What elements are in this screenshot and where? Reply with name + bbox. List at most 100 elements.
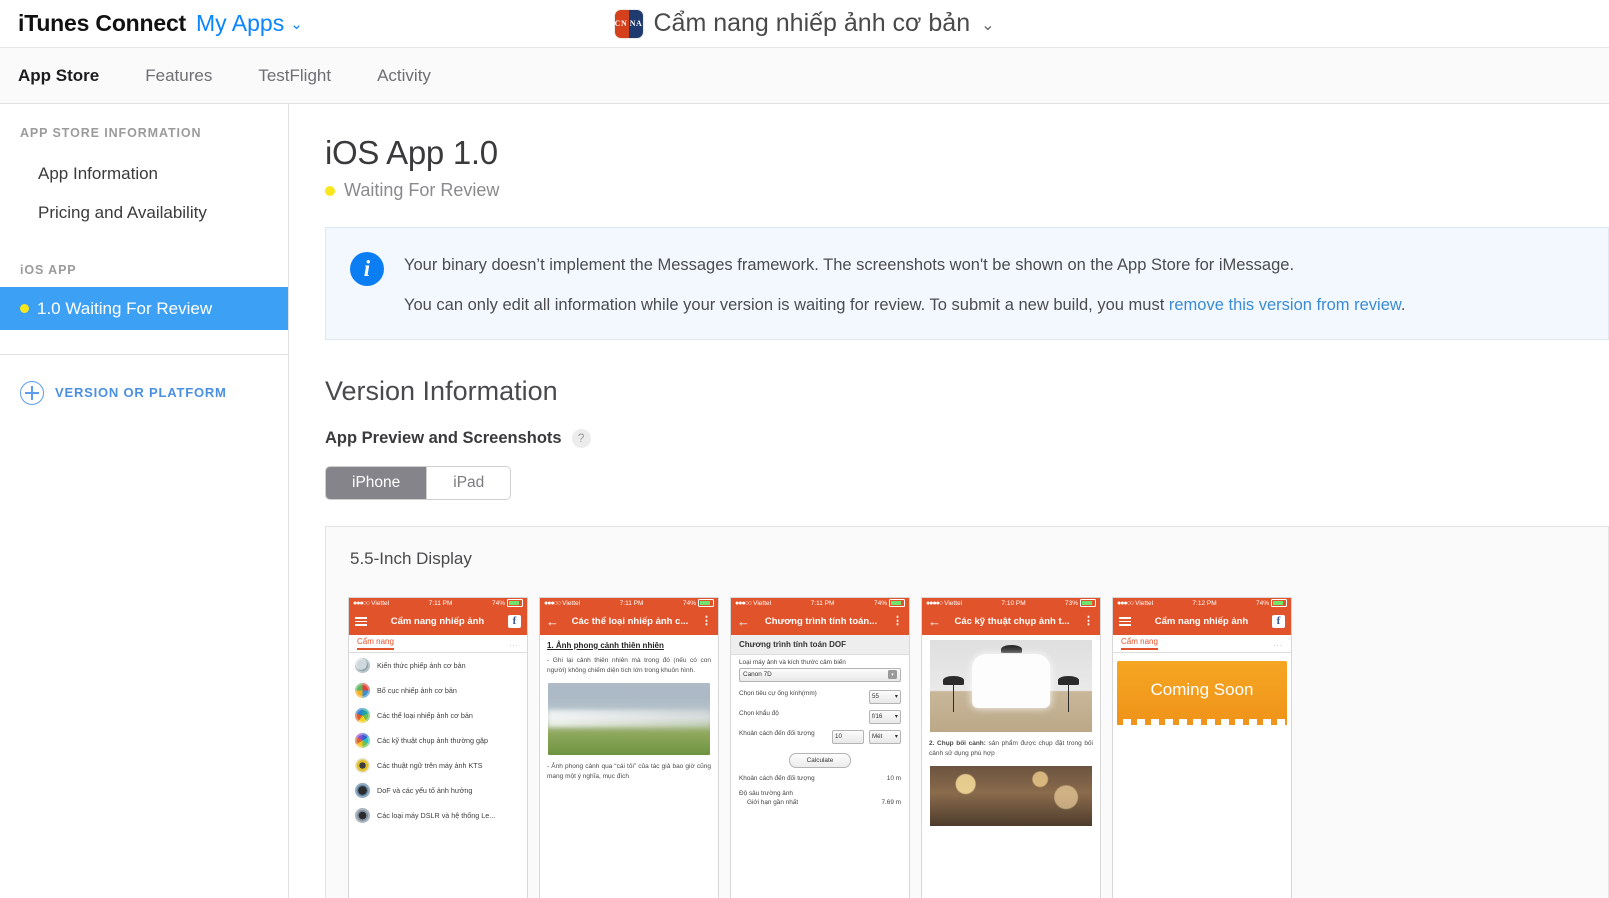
focal-length-value: 55 [872,693,879,701]
battery-icon [507,599,523,608]
list-item-label: Các kỹ thuật chụp ảnh thường gặp [377,735,489,745]
focal-length-select[interactable]: 55 ▾ [869,689,901,704]
screenshot-thumbnail-5[interactable]: ●●●○○ Viettel 7:12 PM 74% Cẩm nang nhiếp… [1112,596,1292,898]
tab-more-icon[interactable]: ... [509,639,519,648]
notice-line-2: You can only edit all information while … [404,294,1405,316]
screenshot-thumbnail-3[interactable]: ●●●○○ Viettel 7:11 PM 74% ← Chương trình… [730,596,910,898]
tab-cam-nang[interactable]: Cẩm nang [357,637,394,650]
list-item[interactable]: Các thuật ngữ trên máy ảnh KTS [349,753,527,778]
chevron-down-icon: ▾ [894,693,898,701]
kebab-menu-icon[interactable]: ⋮ [701,616,712,627]
kebab-menu-icon[interactable]: ⋮ [892,616,903,627]
tab-more-icon[interactable]: ... [1273,639,1283,648]
sidebar-item-version-1-0[interactable]: 1.0 Waiting For Review [0,286,288,330]
list-item[interactable]: DoF và các yếu tố ảnh hưởng [349,778,527,803]
battery-percent-label: 74% [682,599,696,607]
dof-result-label: Độ sâu trường ảnh [739,790,793,798]
clock-label: 7:11 PM [810,599,835,607]
page-title: iOS App 1.0 [325,134,498,171]
app-nav-bar: ← Các kỹ thuật chụp ảnh t... ⋮ [922,608,1100,635]
app-nav-bar: ← Các thể loại nhiếp ảnh c... ⋮ [540,608,718,635]
list-item[interactable]: Các kỹ thuật chụp ảnh thường gặp [349,728,527,753]
app-tabstrip: Cẩm nang ... [349,634,527,653]
app-tabstrip: Cẩm nang ... [1113,634,1291,653]
help-icon[interactable]: ? [571,428,591,448]
device-tab-iphone[interactable]: iPhone [326,466,428,499]
list-item[interactable]: Các thể loại nhiếp ảnh cơ bản [349,703,527,728]
status-dot-icon [325,185,335,196]
bokeh-product-photo [930,765,1092,826]
coming-soon-banner: Coming Soon [1117,660,1287,725]
app-icon-glyph: CN NA [614,18,643,28]
list-item-icon [355,807,370,823]
tab-app-store[interactable]: App Store [18,66,121,86]
back-arrow-icon[interactable]: ← [928,615,941,628]
app-switcher[interactable]: CN NA Cẩm nang nhiếp ảnh cơ bản ⌄ [614,9,995,38]
chevron-down-icon: ▾ [894,733,898,741]
tab-cam-nang[interactable]: Cẩm nang [1121,637,1158,650]
remove-version-from-review-link[interactable]: remove this version from review [1169,296,1401,314]
screenshot-thumbnail-4[interactable]: ●●●●○ Viettel 7:10 PM 73% ← Các kỹ thuật… [921,596,1101,898]
facebook-icon[interactable]: f [508,615,521,629]
nav-title: Các kỹ thuật chụp ảnh t... [954,616,1070,628]
carrier-label: Viettel [562,599,581,607]
ios-status-right: 73% [1065,599,1096,608]
lamp-icon [942,676,964,685]
notice-lines: Your binary doesn’t implement the Messag… [404,250,1405,317]
ios-status-bar: ●●●●○ Viettel 7:10 PM 73% [922,597,1100,609]
add-version-or-platform-button[interactable]: VERSION OR PLATFORM [0,355,288,405]
chevron-down-icon[interactable]: ⌄ [290,15,303,33]
ios-status-right: 74% [874,599,905,608]
page-layout: APP STORE INFORMATION App Information Pr… [0,104,1609,898]
back-arrow-icon[interactable]: ← [546,615,559,628]
ios-status-right: 74% [1255,599,1287,608]
battery-icon [698,599,714,608]
list-item-icon [355,782,370,798]
list-item-label: Các loại máy DSLR và hệ thống Le... [377,810,496,820]
device-tab-ipad[interactable]: iPad [427,466,511,499]
calculate-button[interactable]: Calculate [789,752,851,768]
hamburger-icon[interactable] [1119,617,1131,626]
aperture-label: Chọn khẩu độ [739,709,779,717]
camera-select[interactable]: Canon 7D ▾ [739,667,901,682]
ios-status-bar: ●●●○○ Viettel 7:11 PM 74% [349,597,527,609]
list-item[interactable]: Kiến thức phiếp ảnh cơ bản [349,653,527,678]
subnav-tabs: App Store Features TestFlight Activity [0,48,1609,104]
carrier-label: Viettel [1135,599,1154,607]
chevron-down-icon[interactable]: ⌄ [981,15,994,35]
tab-features[interactable]: Features [145,66,234,86]
aperture-select[interactable]: f/16 ▾ [869,709,901,724]
screenshot-row: ●●●○○ Viettel 7:11 PM 74% Cẩm nang nhiếp… [326,587,1608,898]
kebab-menu-icon[interactable]: ⋮ [1083,616,1094,627]
hamburger-icon[interactable] [355,617,367,626]
app-list: Kiến thức phiếp ảnh cơ bản Bố cục nhiếp … [349,653,527,828]
tab-testflight[interactable]: TestFlight [258,66,353,86]
list-item-label: Các thể loại nhiếp ảnh cơ bản [377,710,473,720]
battery-percent-label: 74% [491,599,505,607]
article-paragraph-1: - Ghi lại cảnh thiên nhiên mà trong đó (… [547,656,711,674]
battery-percent-label: 74% [1255,599,1269,607]
display-card-title: 5.5-Inch Display [350,548,472,568]
list-item[interactable]: Bố cục nhiếp ảnh cơ bản [349,678,527,703]
tab-activity[interactable]: Activity [377,66,453,86]
screenshot-thumbnail-2[interactable]: ●●●○○ Viettel 7:11 PM 74% ← Các thể loại… [539,596,719,898]
list-item[interactable]: Các loại máy DSLR và hệ thống Le... [349,803,527,828]
my-apps-link[interactable]: My Apps [196,10,284,37]
app-name: Cẩm nang nhiếp ảnh cơ bản [653,9,971,37]
article-caption-bold: 2. Chụp bối cảnh: [929,739,986,747]
facebook-icon[interactable]: f [1272,615,1285,629]
back-arrow-icon[interactable]: ← [737,615,750,628]
article-paragraph-2: - Ảnh phong cảnh qua “cái tôi” của tác g… [547,762,711,780]
distance-input[interactable]: 10 [832,729,864,744]
screenshot-thumbnail-1[interactable]: ●●●○○ Viettel 7:11 PM 74% Cẩm nang nhiếp… [348,596,528,898]
nav-title: Chương trình tính toán... [764,616,878,628]
ios-status-left: ●●●●○ Viettel [926,600,962,607]
notice-banner: i Your binary doesn’t implement the Mess… [325,227,1609,340]
light-stand [1067,684,1070,713]
distance-unit-select[interactable]: Mét ▾ [869,729,901,744]
signal-dots-icon: ●●●○○ [353,599,370,607]
sidebar-item-app-information[interactable]: App Information [0,154,288,193]
list-item-icon [355,732,370,748]
list-item-icon [355,682,370,698]
sidebar-item-pricing-and-availability[interactable]: Pricing and Availability [0,193,288,232]
